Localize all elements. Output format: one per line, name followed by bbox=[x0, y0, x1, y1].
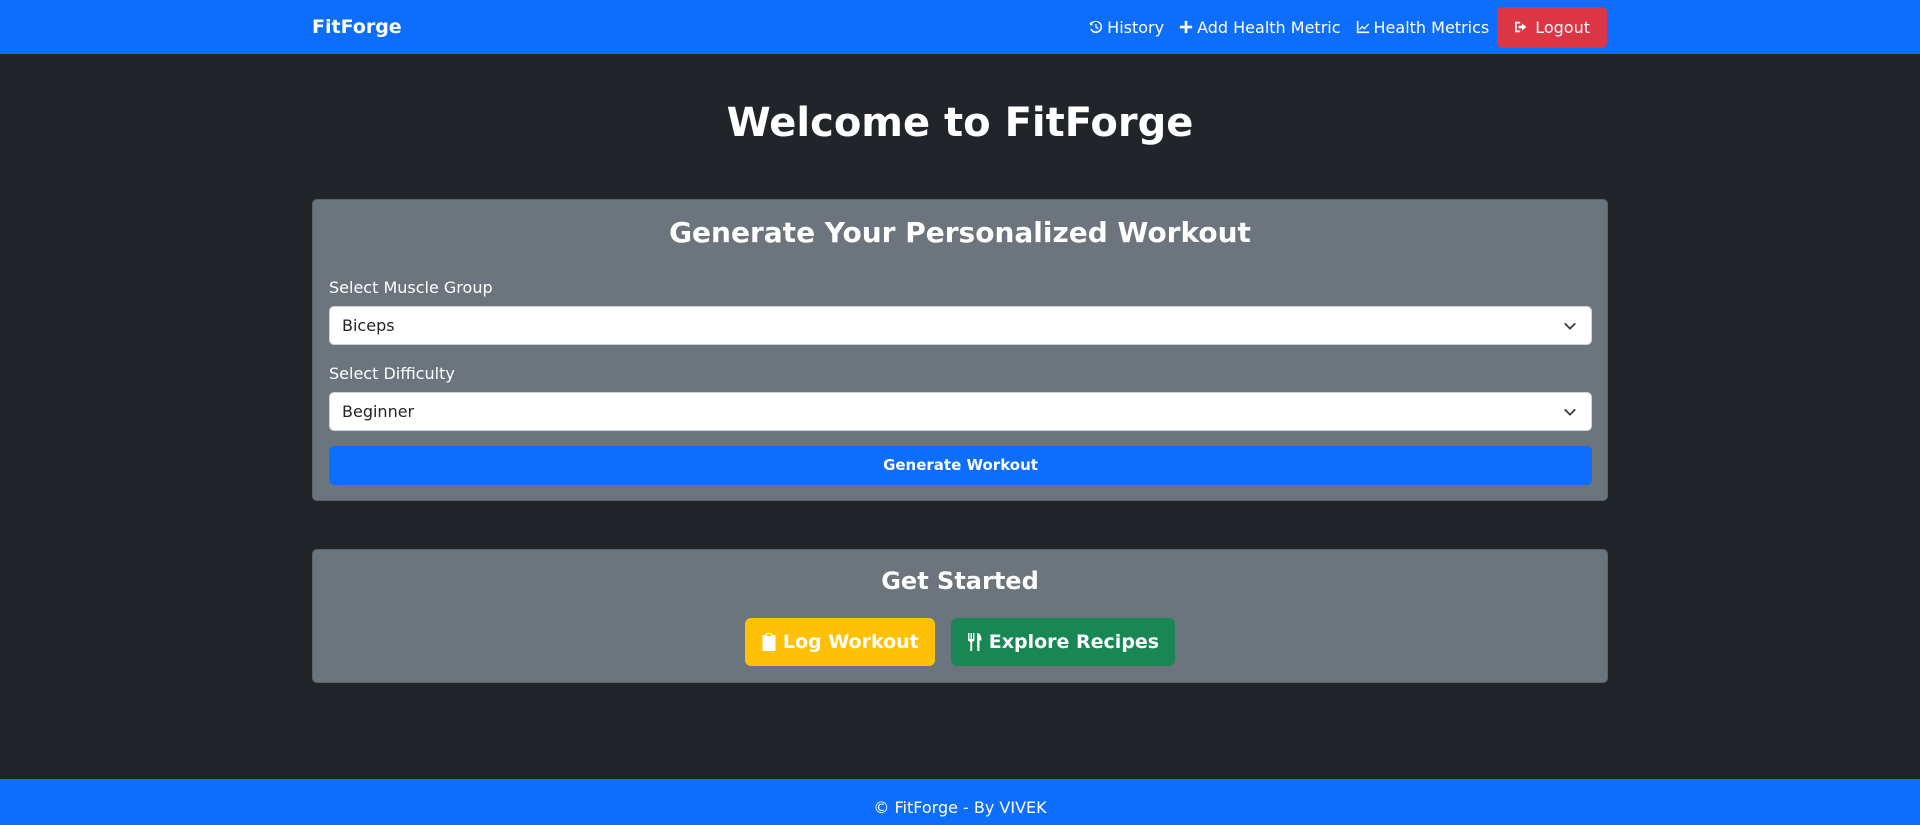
difficulty-value: Beginner bbox=[342, 402, 415, 421]
get-started-heading: Get Started bbox=[881, 567, 1039, 595]
logout-label: Logout bbox=[1535, 17, 1590, 37]
nav-link-add-health-metric[interactable]: Add Health Metric bbox=[1179, 17, 1341, 37]
chevron-down-icon bbox=[1564, 322, 1576, 330]
get-started-actions: Log Workout Explore Recipes bbox=[313, 618, 1607, 666]
explore-recipes-label: Explore Recipes bbox=[988, 631, 1160, 653]
nav-links: History Add Health Metric Health Metrics… bbox=[1074, 0, 1607, 54]
explore-recipes-button[interactable]: Explore Recipes bbox=[950, 618, 1176, 666]
get-started-card: Get Started Log Workout Explore Recipes bbox=[312, 549, 1608, 683]
sign-out-icon bbox=[1515, 21, 1527, 33]
muscle-group-value: Biceps bbox=[342, 316, 395, 335]
nav-link-label: Health Metrics bbox=[1373, 17, 1490, 37]
brand-logo[interactable]: FitForge bbox=[312, 0, 402, 54]
chevron-down-icon bbox=[1564, 408, 1576, 416]
clipboard-icon bbox=[762, 633, 776, 651]
log-workout-button[interactable]: Log Workout bbox=[744, 618, 935, 666]
muscle-group-select[interactable]: Biceps bbox=[329, 306, 1592, 345]
plus-icon bbox=[1179, 20, 1193, 34]
line-chart-icon bbox=[1356, 20, 1369, 34]
generate-workout-button[interactable]: Generate Workout bbox=[329, 446, 1592, 485]
logout-button[interactable]: Logout bbox=[1497, 6, 1607, 48]
difficulty-label: Select Difficulty bbox=[329, 364, 455, 383]
nav-link-label: Add Health Metric bbox=[1197, 17, 1341, 37]
nav-link-label: History bbox=[1107, 17, 1165, 37]
utensils-icon bbox=[967, 633, 982, 651]
navbar: FitForge History Add Health Metric Healt… bbox=[0, 0, 1920, 54]
page-title: Welcome to FitForge bbox=[726, 100, 1194, 146]
workout-generator-card: Generate Your Personalized Workout Selec… bbox=[312, 199, 1608, 501]
history-icon bbox=[1090, 20, 1103, 34]
footer: © FitForge - By VIVEK bbox=[0, 779, 1920, 825]
nav-link-health-metrics[interactable]: Health Metrics bbox=[1356, 17, 1490, 37]
workout-card-heading: Generate Your Personalized Workout bbox=[669, 216, 1251, 249]
nav-link-history[interactable]: History bbox=[1089, 18, 1164, 37]
difficulty-select[interactable]: Beginner bbox=[329, 392, 1592, 431]
log-workout-label: Log Workout bbox=[782, 631, 919, 653]
muscle-group-label: Select Muscle Group bbox=[329, 278, 493, 297]
footer-text: © FitForge - By VIVEK bbox=[873, 798, 1047, 817]
